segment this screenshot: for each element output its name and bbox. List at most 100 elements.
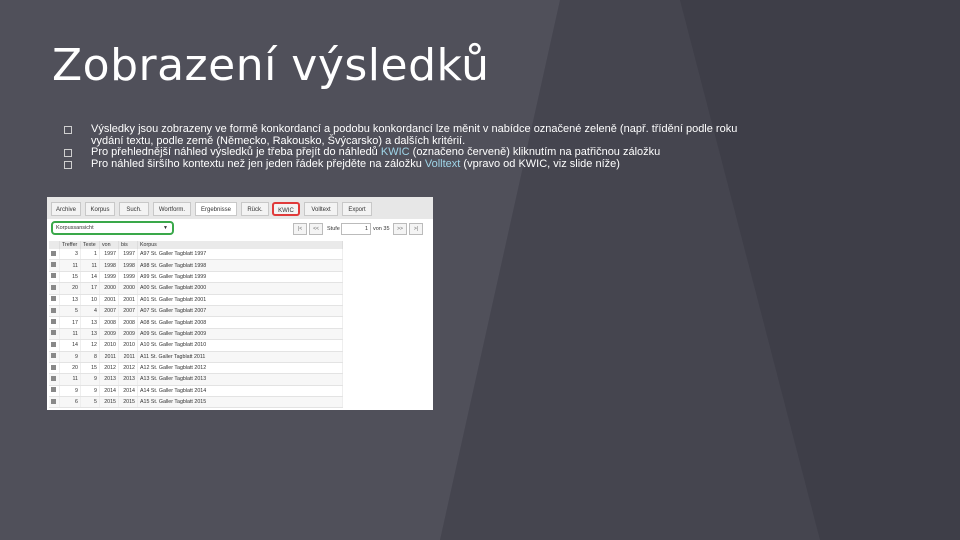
row-icon[interactable]: [49, 294, 60, 306]
tab-rueck[interactable]: Rück.: [241, 202, 269, 216]
row-icon[interactable]: [49, 328, 60, 341]
table-row[interactable]: 3 1 1997 1997 A97 St. Galler Tagblatt 1997: [49, 249, 343, 261]
table-cell: 2009: [99, 328, 119, 341]
table-cell: 2010: [99, 339, 119, 352]
table-cell: 17: [59, 316, 81, 329]
table-row[interactable]: 5 4 2007 2007 A07 St. Galler Tagblatt 2007: [49, 305, 343, 318]
view-select[interactable]: Korpussansicht ▼: [51, 221, 174, 235]
table-row[interactable]: 11 11 1998 1998 A98 St. Galler Tagblatt 1998: [49, 259, 343, 272]
tab-bar: Archive Korpus Such. Wortform. Ergebniss…: [47, 197, 433, 220]
bullet-text: Výsledky jsou zobrazeny ve formě konkord…: [91, 123, 738, 147]
table-row[interactable]: 14 12 2010 2010 A10 St. Galler Tagblatt 2010: [49, 339, 343, 352]
table-cell: 2007: [99, 305, 119, 318]
tab-volltext[interactable]: Volltext: [304, 202, 338, 216]
table-header-row: Treffer Texte von bis Korpus: [49, 241, 343, 249]
chart-icon: [51, 307, 56, 313]
table-cell: 1998: [118, 259, 138, 272]
row-icon[interactable]: [49, 362, 60, 375]
table-cell: A07 St. Galler Tagblatt 2007: [137, 305, 343, 318]
col-header-texte[interactable]: Texte: [80, 241, 100, 249]
tab-korpus[interactable]: Korpus: [85, 202, 115, 216]
row-icon[interactable]: [49, 316, 60, 329]
table-row[interactable]: 9 9 2014 2014 A14 St. Galler Tagblatt 2014: [49, 385, 343, 398]
table-cell: 10: [80, 294, 100, 306]
chart-icon: [51, 387, 56, 393]
row-icon[interactable]: [49, 396, 60, 409]
table-cell: 13: [59, 294, 81, 306]
chart-icon: [51, 353, 56, 359]
page-input[interactable]: 1: [341, 223, 371, 235]
chart-icon: [51, 398, 56, 404]
table-cell: 2008: [99, 316, 119, 329]
table-cell: 2000: [99, 282, 119, 295]
next-page-button[interactable]: >>: [393, 223, 407, 235]
chart-icon: [51, 250, 56, 256]
row-icon[interactable]: [49, 385, 60, 398]
row-icon[interactable]: [49, 305, 60, 318]
tab-export[interactable]: Export: [342, 202, 372, 216]
row-icon[interactable]: [49, 373, 60, 386]
row-icon[interactable]: [49, 339, 60, 352]
table-cell: 2015: [99, 396, 119, 409]
table-cell: 1999: [99, 271, 119, 284]
bullet-item: Pro náhled širšího kontextu než jen jede…: [64, 158, 764, 171]
table-cell: 11: [59, 373, 81, 386]
table-row[interactable]: 15 14 1999 1999 A99 St. Galler Tagblatt 1999: [49, 271, 343, 284]
row-icon[interactable]: [49, 351, 60, 363]
table-cell: A09 St. Galler Tagblatt 2009: [137, 328, 343, 341]
table-cell: 15: [59, 271, 81, 284]
first-page-button[interactable]: |<: [293, 223, 307, 235]
table-cell: A13 St. Galler Tagblatt 2013: [137, 373, 343, 386]
bullet-square-icon: [64, 160, 72, 169]
table-row[interactable]: 13 10 2001 2001 A01 St. Galler Tagblatt 2001: [49, 294, 343, 306]
table-cell: 12: [80, 339, 100, 352]
results-toolbar: Korpussansicht ▼ |< << Stufe 1 von 35 >> …: [47, 219, 433, 239]
table-cell: 3: [59, 249, 81, 261]
table-cell: 1997: [99, 249, 119, 261]
table-cell: 11: [59, 328, 81, 341]
tab-ergebnisse[interactable]: Ergebnisse: [195, 202, 237, 216]
table-cell: 6: [59, 396, 81, 409]
table-row[interactable]: 11 9 2013 2013 A13 St. Galler Tagblatt 2013: [49, 373, 343, 386]
col-header-von[interactable]: von: [99, 241, 119, 249]
table-cell: 13: [80, 328, 100, 341]
table-row[interactable]: 20 15 2012 2012 A12 St. Galler Tagblatt 2012: [49, 362, 343, 375]
table-cell: 5: [80, 396, 100, 409]
table-cell: A01 St. Galler Tagblatt 2001: [137, 294, 343, 306]
table-cell: 2012: [99, 362, 119, 375]
volltext-link[interactable]: Volltext: [425, 158, 460, 170]
table-cell: 2013: [118, 373, 138, 386]
results-table: Treffer Texte von bis Korpus 3 1 1997 1997 A…: [49, 241, 343, 409]
tab-wortform[interactable]: Wortform.: [153, 202, 191, 216]
table-cell: 2000: [118, 282, 138, 295]
col-header-treffer[interactable]: Treffer: [59, 241, 81, 249]
table-row[interactable]: 11 13 2009 2009 A09 St. Galler Tagblatt 2009: [49, 328, 343, 341]
chart-icon: [51, 284, 56, 290]
row-icon[interactable]: [49, 271, 60, 284]
prev-page-button[interactable]: <<: [309, 223, 323, 235]
last-page-button[interactable]: >|: [409, 223, 423, 235]
table-cell: 2014: [99, 385, 119, 398]
table-cell: 2008: [118, 316, 138, 329]
table-cell: 9: [59, 385, 81, 398]
slide-title: Zobrazení výsledků: [52, 40, 490, 91]
tab-such[interactable]: Such.: [119, 202, 149, 216]
bullet-square-icon: [64, 126, 72, 134]
kwic-link[interactable]: KWIC: [381, 146, 410, 158]
row-icon[interactable]: [49, 282, 60, 295]
col-header-korpus[interactable]: Korpus: [137, 241, 343, 249]
table-row[interactable]: 17 13 2008 2008 A08 St. Galler Tagblatt 2008: [49, 316, 343, 329]
bullet-item: Výsledky jsou zobrazeny ve formě konkord…: [64, 123, 764, 147]
table-cell: A15 St. Galler Tagblatt 2015: [137, 396, 343, 409]
table-row[interactable]: 9 8 2011 2011 A11 St. Galler Tagblatt 2011: [49, 351, 343, 363]
table-cell: 2015: [118, 396, 138, 409]
table-row[interactable]: 6 5 2015 2015 A15 St. Galler Tagblatt 2015: [49, 396, 343, 409]
table-cell: 2009: [118, 328, 138, 341]
chart-icon: [51, 273, 56, 279]
tab-archive[interactable]: Archive: [51, 202, 81, 216]
table-row[interactable]: 20 17 2000 2000 A00 St. Galler Tagblatt 2000: [49, 282, 343, 295]
col-header-bis[interactable]: bis: [118, 241, 138, 249]
tab-kwic[interactable]: KWIC: [272, 202, 300, 216]
row-icon[interactable]: [49, 249, 60, 261]
row-icon[interactable]: [49, 259, 60, 272]
